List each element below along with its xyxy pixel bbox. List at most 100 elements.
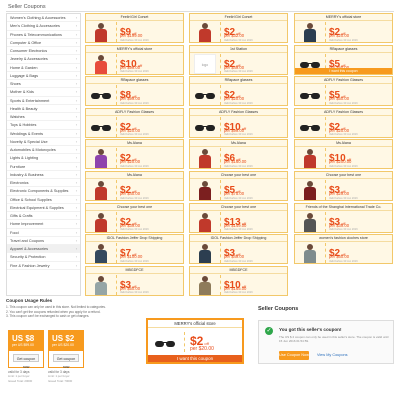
coupon-store-name: ADFLY Fashion Glasses bbox=[86, 109, 183, 116]
store-coupon-card: US $8 per US $99.00 Get coupon now bbox=[8, 330, 44, 369]
coupon-divider bbox=[116, 180, 117, 200]
coupon-min-spend: per $20.00 bbox=[190, 346, 214, 352]
coupon-card[interactable]: RBspace glasses$5offper $50.00I want thi… bbox=[294, 44, 393, 75]
category-item[interactable]: Gifts & Crafts bbox=[7, 212, 80, 221]
coupon-divider bbox=[116, 116, 117, 137]
coupon-card[interactable]: Choose your best one $3off per $29.00 Valid… bbox=[294, 171, 393, 201]
coupon-validity: Valid before 30 Jun 2016 bbox=[120, 70, 149, 74]
coupon-divider bbox=[116, 53, 117, 74]
product-thumbnail bbox=[90, 212, 112, 232]
coupon-card[interactable]: Ms Alana $2off per $40.00 Valid before 30 J… bbox=[85, 171, 184, 201]
page-title: Seller Coupons bbox=[8, 4, 46, 10]
coupon-card[interactable]: ADFLY Fashion Glasses $5off per $50.00 Vali… bbox=[294, 76, 393, 107]
coupon-card[interactable]: ADFLY Fashion Glasses $10off per $99.00 Val… bbox=[189, 107, 288, 138]
coupon-validity: Valid before 30 Jun 2016 bbox=[120, 38, 149, 42]
coupon-limit: Limit: 1 per buyer bbox=[48, 374, 70, 379]
category-item[interactable]: Furniture bbox=[7, 163, 80, 171]
category-item[interactable]: Shoes bbox=[7, 80, 80, 89]
coupon-divider bbox=[116, 243, 117, 264]
coupon-divider bbox=[325, 22, 326, 42]
coupon-validity: Valid before 30 Jun 2016 bbox=[224, 164, 253, 168]
category-item[interactable]: Phones & Telecommunications bbox=[7, 31, 80, 39]
coupon-card[interactable]: Feelin'Girl Corset $2off per $32.00 Valid b… bbox=[189, 13, 288, 43]
category-item[interactable]: Electronics bbox=[7, 179, 80, 188]
category-item[interactable]: Jewelry & Accessories bbox=[7, 55, 80, 64]
product-thumbnail bbox=[299, 22, 321, 42]
coupon-validity: Valid before 30 Jun 2016 bbox=[224, 133, 253, 137]
category-item[interactable]: Electronic Components & Supplies bbox=[7, 187, 80, 196]
coupon-min-spend: per $20.00 bbox=[329, 33, 350, 38]
view-my-coupons-link[interactable]: View My Coupons bbox=[317, 353, 348, 357]
category-item[interactable]: Food bbox=[7, 229, 80, 237]
coupon-card[interactable]: ADFLY Fashion Glasses $2off per $20.00 Vali… bbox=[85, 107, 184, 138]
coupon-divider bbox=[325, 211, 326, 232]
coupon-store-name: Choose your best one bbox=[190, 172, 287, 179]
coupon-divider bbox=[220, 180, 221, 200]
category-item[interactable]: Automobiles & Motorcycles bbox=[7, 146, 80, 155]
coupon-card[interactable]: ADFLY Fashion Glasses $2off per $20.00 Vali… bbox=[294, 107, 393, 138]
category-item[interactable]: Sports & Entertainment bbox=[7, 97, 80, 105]
coupon-card[interactable]: Ms Alana $6off per $160.00 Valid before 30 … bbox=[189, 139, 288, 170]
coupon-validity: Valid before 30 Jun 2016 bbox=[224, 291, 253, 295]
coupon-card[interactable]: MBGDFCE $3off per $50.00 Valid before 30 Ju… bbox=[85, 265, 184, 296]
coupon-card[interactable]: Choose your best one $2off per $39.00 Valid… bbox=[85, 202, 184, 233]
use-coupon-button[interactable]: Use Coupon Now bbox=[279, 351, 309, 360]
coupon-card[interactable]: MERRY's official store $10off per $99.00 Va… bbox=[85, 44, 184, 75]
confirmation-heading: You got this seller's coupon! bbox=[279, 327, 342, 332]
coupon-store-name: MBGDFCE bbox=[190, 267, 287, 274]
get-coupon-button[interactable]: Get coupon now bbox=[13, 354, 39, 369]
want-coupon-button[interactable]: I want this coupon bbox=[295, 67, 392, 74]
category-item[interactable]: Lights & Lighting bbox=[7, 154, 80, 163]
category-item[interactable]: Consumer Electronics bbox=[7, 47, 80, 56]
category-item[interactable]: Mother & Kids bbox=[7, 88, 80, 97]
category-item[interactable]: Travel and Coupons bbox=[7, 237, 80, 245]
check-icon: ✓ bbox=[265, 327, 273, 335]
coupon-card[interactable]: RBspace glasses $8off per $99.00 Valid befo… bbox=[85, 76, 184, 107]
coupon-card[interactable]: MBGDFCE $10off per $165.00 Valid before 30 … bbox=[189, 265, 288, 296]
coupon-min-spend: per $200.00 bbox=[329, 159, 352, 165]
coupon-card[interactable]: IDOL Fashion Jeffer Drop Shipping $3off pe… bbox=[189, 234, 288, 265]
coupon-card[interactable]: women's fashion cloches store $2off per $6… bbox=[294, 234, 393, 265]
coupon-card[interactable]: Choose your best one $5off per $75.00 Valid… bbox=[189, 171, 288, 201]
get-coupon-button[interactable]: Get coupon now bbox=[53, 354, 79, 369]
want-coupon-button[interactable]: I want this coupon bbox=[148, 355, 242, 362]
category-item[interactable]: Computer & Office bbox=[7, 39, 80, 47]
category-item[interactable]: Home Improvement bbox=[7, 220, 80, 229]
coupon-card[interactable]: IDOL Fashion Jeffer Drop Shipping $7off pe… bbox=[85, 234, 184, 265]
category-item[interactable]: Office & School Supplies bbox=[7, 196, 80, 204]
coupon-card[interactable]: RBspace glasses $2off per $20.00 Valid befo… bbox=[189, 76, 288, 107]
category-item[interactable]: Industry & Business bbox=[7, 171, 80, 179]
coupon-store-name: Feelin'Girl Corset bbox=[190, 14, 287, 21]
coupon-card[interactable]: MERRY's official store $2off per $20.00 Val… bbox=[294, 13, 393, 43]
coupon-card[interactable]: Ms Alana $2off per $20.00 Valid before 30 J… bbox=[85, 139, 184, 170]
coupon-divider bbox=[220, 274, 221, 295]
category-item[interactable]: Electrical Equipment & Supplies bbox=[7, 204, 80, 212]
category-item[interactable]: Security & Protection bbox=[7, 253, 80, 262]
coupon-validity: Valid before 30 Jun 2016 bbox=[120, 196, 149, 200]
coupon-validity: Valid before 30 Jun 2016 bbox=[224, 101, 253, 105]
category-item[interactable]: Fine & Fashion Jewelry bbox=[7, 262, 80, 270]
category-item[interactable]: Home & Garden bbox=[7, 64, 80, 72]
coupon-min-spend: per $99.00 bbox=[120, 64, 141, 70]
coupon-card[interactable]: Choose your best one $13off per $149.00 Val… bbox=[189, 202, 288, 233]
coupon-card[interactable]: Friends of the Shanghai International Tr… bbox=[294, 202, 393, 233]
title-divider bbox=[6, 11, 394, 12]
coupon-card[interactable]: Feelin'Girl Corset $9off per $199.00 Valid … bbox=[85, 13, 184, 43]
category-item[interactable]: Apparel & Accessories bbox=[7, 245, 80, 254]
category-item[interactable]: Women's Clothing & Accessories bbox=[7, 14, 80, 23]
category-item[interactable]: Men's Clothing & Accessories bbox=[7, 22, 80, 31]
category-item[interactable]: Weddings & Events bbox=[7, 130, 80, 138]
product-thumbnail bbox=[194, 275, 216, 295]
coupon-validity: Valid before 30 Jun 2016 bbox=[329, 228, 358, 232]
coupon-validity: Valid before 30 Jun 2016 bbox=[120, 133, 149, 137]
coupon-card[interactable]: 1st Station logo $2off per $49.00 Valid befo… bbox=[189, 44, 288, 75]
coupon-card[interactable]: Ms Alana $10off per $200.00 Valid before 30… bbox=[294, 139, 393, 170]
confirmation-description: The US $ 2 coupon can only be used in th… bbox=[279, 335, 389, 343]
store-coupon-header: US $8 per US $99.00 bbox=[9, 331, 43, 351]
category-item[interactable]: Luggage & Bags bbox=[7, 72, 80, 80]
coupon-store-name: MERRY's official store bbox=[295, 14, 392, 21]
category-item[interactable]: Health & Beauty bbox=[7, 105, 80, 113]
category-item[interactable]: Watches bbox=[7, 113, 80, 122]
category-item[interactable]: Novelty & Special Use bbox=[7, 138, 80, 146]
category-item[interactable]: Toys & Hobbies bbox=[7, 121, 80, 130]
